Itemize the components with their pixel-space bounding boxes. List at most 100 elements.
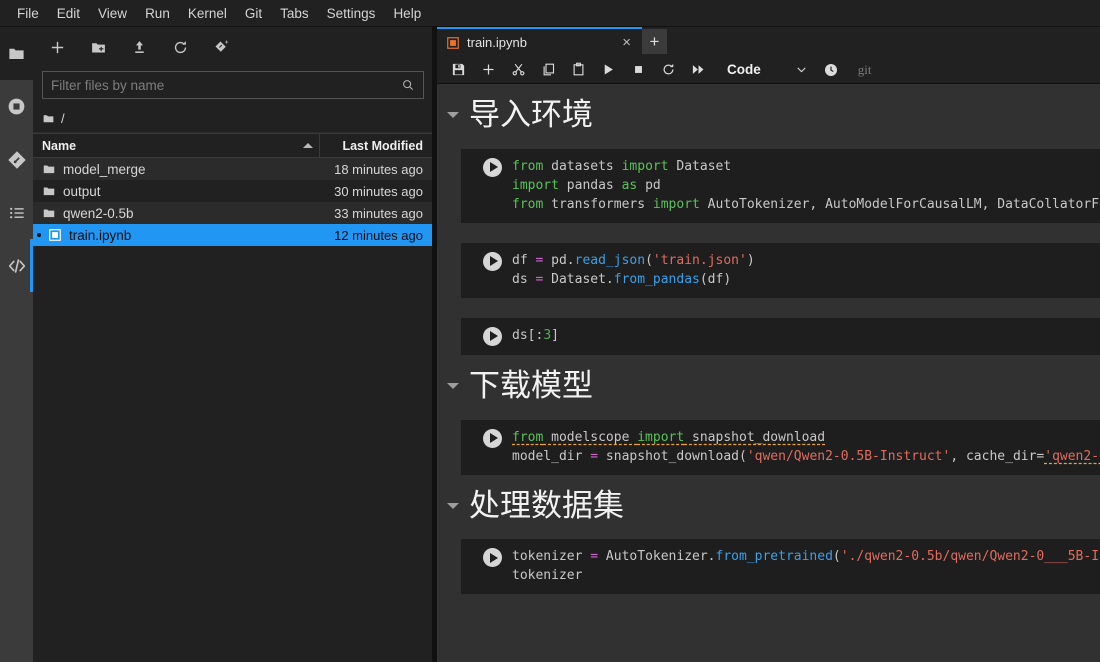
chevron-down-icon xyxy=(795,63,808,76)
sidebar-item-file-browser[interactable] xyxy=(0,27,33,80)
folder-icon xyxy=(7,44,26,63)
file-filter-wrapper: Filter files by name xyxy=(33,67,432,105)
markdown-heading: 导入环境 xyxy=(469,96,593,135)
code-line: import pandas as pd xyxy=(512,176,1100,195)
file-name-cell: output xyxy=(33,184,319,199)
cut-cells-button[interactable] xyxy=(503,57,533,83)
file-modified-cell: 33 minutes ago xyxy=(319,206,432,221)
upload-button[interactable] xyxy=(119,32,160,62)
code-editor[interactable]: df = pd.read_json('train.json')ds = Data… xyxy=(512,251,1100,289)
restart-run-all-button[interactable] xyxy=(683,57,713,83)
column-header-last-modified[interactable]: Last Modified xyxy=(319,134,432,157)
scissors-icon xyxy=(511,62,526,77)
insert-cell-button[interactable] xyxy=(473,57,503,83)
code-brackets-icon xyxy=(6,255,28,277)
save-button[interactable] xyxy=(443,57,473,83)
main-dock-area: train.ipynb × + xyxy=(437,27,1100,662)
file-list-item[interactable]: train.ipynb 12 minutes ago xyxy=(33,224,432,246)
run-cell-icon[interactable] xyxy=(483,158,502,177)
copy-cells-button[interactable] xyxy=(533,57,563,83)
file-browser-toolbar xyxy=(33,27,432,67)
code-editor[interactable]: ds[:3] xyxy=(512,326,1100,345)
file-list-item[interactable]: qwen2-0.5b33 minutes ago xyxy=(33,202,432,224)
menu-item-run[interactable]: Run xyxy=(136,2,179,25)
cell-type-dropdown[interactable]: Code xyxy=(727,62,808,77)
code-cell[interactable]: from modelscope import snapshot_download… xyxy=(461,420,1100,475)
file-name-label: train.ipynb xyxy=(69,228,131,243)
upload-icon xyxy=(131,39,148,56)
breadcrumb-root: / xyxy=(61,111,65,126)
breadcrumb[interactable]: / xyxy=(33,105,432,133)
file-list-item[interactable]: output30 minutes ago xyxy=(33,180,432,202)
collapse-triangle-icon[interactable] xyxy=(447,112,459,118)
folder-icon xyxy=(42,184,56,198)
code-line: from modelscope import snapshot_download xyxy=(512,428,1100,447)
menu-item-git[interactable]: Git xyxy=(236,2,271,25)
code-cell[interactable]: df = pd.read_json('train.json')ds = Data… xyxy=(461,243,1100,298)
collapse-triangle-icon[interactable] xyxy=(447,503,459,509)
run-cell-icon[interactable] xyxy=(483,252,502,271)
sidebar-item-running-sessions[interactable] xyxy=(0,80,33,133)
file-modified-cell: 30 minutes ago xyxy=(319,184,432,199)
menu-item-help[interactable]: Help xyxy=(384,2,430,25)
copy-icon xyxy=(541,62,556,77)
save-icon xyxy=(451,62,466,77)
paste-cells-button[interactable] xyxy=(563,57,593,83)
code-editor[interactable]: from datasets import Datasetimport panda… xyxy=(512,157,1100,214)
sidebar-item-table-of-contents[interactable] xyxy=(0,186,33,239)
menu-item-file[interactable]: File xyxy=(8,2,48,25)
run-cell-icon[interactable] xyxy=(483,429,502,448)
play-icon xyxy=(601,62,616,77)
markdown-cell[interactable]: 下载模型 xyxy=(437,355,1100,420)
code-line: tokenizer = AutoTokenizer.from_pretraine… xyxy=(512,547,1100,566)
file-list-item[interactable]: model_merge18 minutes ago xyxy=(33,158,432,180)
code-cell[interactable]: tokenizer = AutoTokenizer.from_pretraine… xyxy=(461,539,1100,594)
refresh-button[interactable] xyxy=(160,32,201,62)
markdown-cell[interactable]: 导入环境 xyxy=(437,84,1100,149)
file-modified-cell: 12 minutes ago xyxy=(319,228,432,243)
jupyterlab-window: FileEditViewRunKernelGitTabsSettingsHelp xyxy=(0,0,1100,662)
file-name-cell: model_merge xyxy=(33,162,319,177)
new-checkpoint-button[interactable] xyxy=(201,32,242,62)
tab-train-ipynb[interactable]: train.ipynb × xyxy=(437,27,642,56)
menu-item-settings[interactable]: Settings xyxy=(318,2,385,25)
kernel-status-indicator[interactable] xyxy=(816,57,846,83)
column-header-name[interactable]: Name xyxy=(33,134,319,157)
cell-separator xyxy=(437,223,1100,243)
tab-title: train.ipynb xyxy=(467,35,611,50)
new-folder-button[interactable] xyxy=(78,32,119,62)
file-name-label: model_merge xyxy=(63,162,146,177)
stop-square-icon xyxy=(631,62,646,77)
folder-icon xyxy=(42,162,56,176)
sidebar-item-extension-manager[interactable] xyxy=(0,239,33,292)
collapse-triangle-icon[interactable] xyxy=(447,383,459,389)
search-icon[interactable] xyxy=(401,78,415,92)
code-cell[interactable]: ds[:3] xyxy=(461,318,1100,355)
file-list-header: Name Last Modified xyxy=(33,133,432,158)
file-name-cell: train.ipynb xyxy=(33,228,319,243)
code-cell[interactable]: from datasets import Datasetimport panda… xyxy=(461,149,1100,223)
restart-kernel-button[interactable] xyxy=(653,57,683,83)
sidebar-item-git[interactable] xyxy=(0,133,33,186)
markdown-cell[interactable]: 处理数据集 xyxy=(437,475,1100,540)
run-cell-icon[interactable] xyxy=(483,548,502,567)
code-editor[interactable]: from modelscope import snapshot_download… xyxy=(512,428,1100,466)
menu-bar: FileEditViewRunKernelGitTabsSettingsHelp xyxy=(0,0,1100,27)
menu-item-edit[interactable]: Edit xyxy=(48,2,89,25)
code-line: ds[:3] xyxy=(512,326,1100,345)
close-icon[interactable]: × xyxy=(618,34,635,51)
menu-item-kernel[interactable]: Kernel xyxy=(179,2,236,25)
stop-circle-icon xyxy=(6,96,27,117)
menu-item-tabs[interactable]: Tabs xyxy=(271,2,318,25)
file-filter-input[interactable]: Filter files by name xyxy=(42,71,424,99)
menu-item-view[interactable]: View xyxy=(89,2,136,25)
new-launcher-button[interactable] xyxy=(37,32,78,62)
notebook-toolbar: Code git xyxy=(437,56,1100,84)
folder-icon xyxy=(42,206,56,220)
run-cell-icon[interactable] xyxy=(483,327,502,346)
interrupt-kernel-button[interactable] xyxy=(623,57,653,83)
code-editor[interactable]: tokenizer = AutoTokenizer.from_pretraine… xyxy=(512,547,1100,585)
run-cell-button[interactable] xyxy=(593,57,623,83)
new-tab-button[interactable]: + xyxy=(642,29,667,54)
gem-icon xyxy=(213,39,230,56)
